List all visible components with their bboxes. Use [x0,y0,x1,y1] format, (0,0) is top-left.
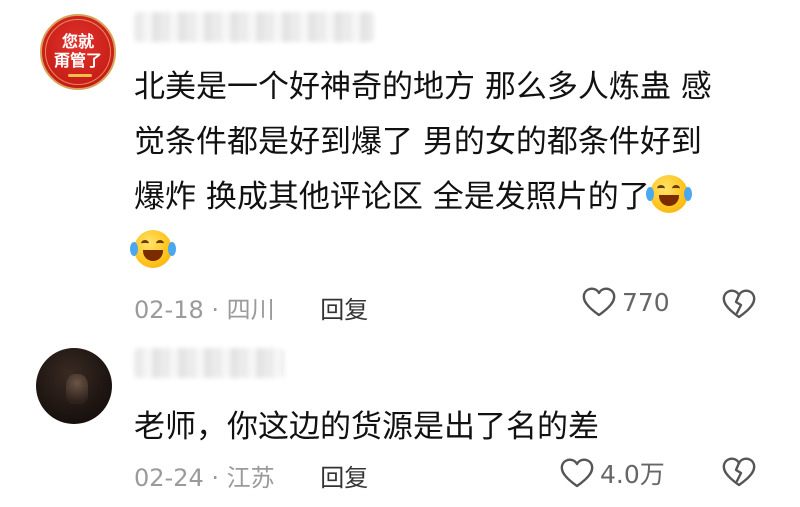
like-count: 4.0万 [600,460,665,489]
comment-text: 老师，你这边的货源是出了名的差 [134,400,754,455]
reply-button[interactable]: 回复 [320,464,368,492]
avatar[interactable] [36,348,112,424]
heart-outline-icon [560,458,594,488]
comment-location: 四川 [226,296,275,324]
like-button[interactable]: 4.0万 [560,455,665,491]
comment-line: 老师，你这边的货源是出了名的差 [134,409,599,445]
meta-separator: · [211,296,227,324]
avatar-text: 您就 [61,32,94,51]
username-blurred[interactable] [134,12,374,42]
comment-item: 老师，你这边的货源是出了名的差 02-24 · 江苏 回复 4.0万 [0,340,800,507]
comment-line: 爆炸 换成其他评论区 全是发照片的了 [134,170,754,225]
reply-button[interactable]: 回复 [320,296,368,324]
comment-text: 北美是一个好神奇的地方 那么多人炼蛊 感 觉条件都是好到爆了 男的女的都条件好到… [130,60,754,280]
username-blurred[interactable] [134,348,284,378]
laugh-cry-emoji-icon [130,230,176,268]
comment-item: 您就 甭管了 北美是一个好神奇的地方 那么多人炼蛊 感 觉条件都是好到爆了 男的… [0,0,800,340]
comment-date: 02-24 [134,464,204,492]
laugh-cry-emoji-icon [645,175,692,213]
broken-heart-icon [722,289,756,319]
comment-line: 觉条件都是好到爆了 男的女的都条件好到 [134,124,702,160]
comment-meta: 02-24 · 江苏 回复 [134,458,368,493]
like-count: 770 [622,287,670,317]
comment-location: 江苏 [226,464,275,492]
broken-heart-icon [722,457,756,487]
avatar-figure [66,374,88,404]
comment-meta: 02-18 · 四川 回复 [134,290,368,325]
comment-line-text: 爆炸 换成其他评论区 全是发照片的了 [134,179,650,215]
avatar-decoration [68,74,92,77]
comment-line [130,225,754,280]
avatar-text: 甭管了 [53,51,102,70]
comment-date: 02-18 [134,296,204,324]
avatar[interactable]: 您就 甭管了 [40,14,116,90]
heart-outline-icon [582,287,616,317]
meta-separator: · [211,464,227,492]
like-button[interactable]: 770 [582,287,670,317]
dislike-button[interactable] [722,289,756,323]
dislike-button[interactable] [722,457,756,491]
comment-line: 北美是一个好神奇的地方 那么多人炼蛊 感 [134,69,712,105]
